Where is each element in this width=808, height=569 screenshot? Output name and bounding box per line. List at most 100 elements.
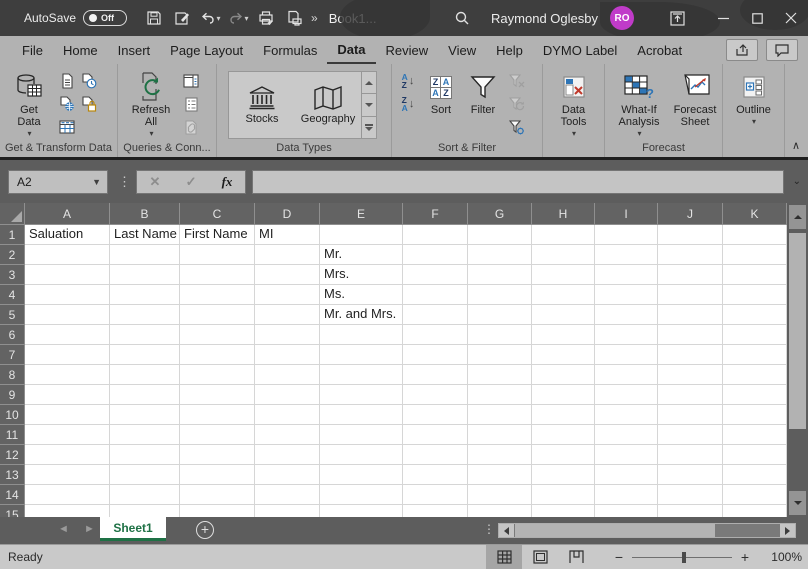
sheetbar-handle-icon[interactable]: ⋮ — [483, 522, 495, 536]
row-header-14[interactable]: 14 — [0, 485, 25, 505]
tab-view[interactable]: View — [438, 36, 486, 64]
cell-F11[interactable] — [403, 425, 468, 445]
cell-F3[interactable] — [403, 265, 468, 285]
tab-acrobat[interactable]: Acrobat — [627, 36, 692, 64]
cell-H2[interactable] — [532, 245, 595, 265]
share-button[interactable] — [726, 39, 758, 61]
cell-F7[interactable] — [403, 345, 468, 365]
cell-B7[interactable] — [110, 345, 180, 365]
cell-I10[interactable] — [595, 405, 658, 425]
cell-H10[interactable] — [532, 405, 595, 425]
cell-F8[interactable] — [403, 365, 468, 385]
zoom-in-icon[interactable]: + — [736, 549, 754, 565]
cell-I6[interactable] — [595, 325, 658, 345]
cell-J9[interactable] — [658, 385, 723, 405]
name-box[interactable]: A2 ▼ — [8, 169, 108, 194]
sort-button[interactable]: ZAAZ Sort — [424, 68, 458, 116]
group-label-sort-filter[interactable]: Sort & Filter — [392, 142, 542, 157]
cell-D1[interactable]: MI — [255, 225, 320, 245]
cell-I3[interactable] — [595, 265, 658, 285]
group-label-forecast[interactable]: Forecast — [605, 142, 722, 157]
group-label-get-transform[interactable]: Get & Transform Data — [0, 142, 117, 157]
cell-A10[interactable] — [25, 405, 110, 425]
sheet-tab-sheet1[interactable]: Sheet1 — [100, 517, 166, 541]
cell-A5[interactable] — [25, 305, 110, 325]
qat-overflow-icon[interactable]: » — [311, 11, 318, 25]
cell-H6[interactable] — [532, 325, 595, 345]
row-header-10[interactable]: 10 — [0, 405, 25, 425]
group-label-queries[interactable]: Queries & Conn... — [118, 142, 216, 157]
cell-I9[interactable] — [595, 385, 658, 405]
horizontal-scrollbar[interactable] — [498, 523, 796, 538]
cell-A13[interactable] — [25, 465, 110, 485]
existing-connections-icon[interactable] — [80, 95, 98, 113]
get-data-button[interactable]: Get Data ▾ — [8, 68, 50, 140]
user-name[interactable]: Raymond Oglesby — [491, 11, 598, 26]
cell-E1[interactable] — [320, 225, 403, 245]
row-header-4[interactable]: 4 — [0, 285, 25, 305]
cell-F9[interactable] — [403, 385, 468, 405]
cell-J10[interactable] — [658, 405, 723, 425]
cell-A6[interactable] — [25, 325, 110, 345]
cell-G4[interactable] — [468, 285, 532, 305]
cell-H9[interactable] — [532, 385, 595, 405]
column-header-G[interactable]: G — [468, 203, 532, 225]
normal-view-button[interactable] — [486, 545, 522, 569]
cell-F13[interactable] — [403, 465, 468, 485]
cell-B2[interactable] — [110, 245, 180, 265]
zoom-slider-thumb[interactable] — [682, 551, 686, 563]
cell-K14[interactable] — [723, 485, 787, 505]
cell-K1[interactable] — [723, 225, 787, 245]
cell-G7[interactable] — [468, 345, 532, 365]
cell-G15[interactable] — [468, 505, 532, 517]
tab-help[interactable]: Help — [486, 36, 533, 64]
cell-K9[interactable] — [723, 385, 787, 405]
cell-K6[interactable] — [723, 325, 787, 345]
page-break-preview-button[interactable] — [558, 545, 594, 569]
cell-E6[interactable] — [320, 325, 403, 345]
cell-A12[interactable] — [25, 445, 110, 465]
cell-F4[interactable] — [403, 285, 468, 305]
cell-K2[interactable] — [723, 245, 787, 265]
cell-C9[interactable] — [180, 385, 255, 405]
scroll-up-icon[interactable] — [789, 205, 806, 229]
refresh-all-button[interactable]: Refresh All ▾ — [128, 68, 174, 140]
column-header-E[interactable]: E — [320, 203, 403, 225]
cell-I14[interactable] — [595, 485, 658, 505]
cell-J5[interactable] — [658, 305, 723, 325]
cell-H13[interactable] — [532, 465, 595, 485]
undo-icon[interactable]: ▾ — [197, 5, 223, 31]
cell-C8[interactable] — [180, 365, 255, 385]
new-sheet-icon[interactable]: + — [196, 521, 214, 539]
cell-H5[interactable] — [532, 305, 595, 325]
cell-K8[interactable] — [723, 365, 787, 385]
cell-B8[interactable] — [110, 365, 180, 385]
cell-B11[interactable] — [110, 425, 180, 445]
cell-C11[interactable] — [180, 425, 255, 445]
column-header-B[interactable]: B — [110, 203, 180, 225]
column-header-F[interactable]: F — [403, 203, 468, 225]
column-header-D[interactable]: D — [255, 203, 320, 225]
sort-descending-icon[interactable]: Z A ↓ — [399, 95, 417, 113]
cell-E15[interactable] — [320, 505, 403, 517]
cell-B10[interactable] — [110, 405, 180, 425]
cell-J7[interactable] — [658, 345, 723, 365]
cell-J4[interactable] — [658, 285, 723, 305]
zoom-out-icon[interactable]: − — [610, 549, 628, 565]
cell-C2[interactable] — [180, 245, 255, 265]
cell-E8[interactable] — [320, 365, 403, 385]
cell-I13[interactable] — [595, 465, 658, 485]
tab-insert[interactable]: Insert — [108, 36, 161, 64]
tab-review[interactable]: Review — [376, 36, 439, 64]
cell-F6[interactable] — [403, 325, 468, 345]
cell-I8[interactable] — [595, 365, 658, 385]
row-header-11[interactable]: 11 — [0, 425, 25, 445]
forecast-sheet-button[interactable]: Forecast Sheet — [671, 68, 719, 128]
cell-B5[interactable] — [110, 305, 180, 325]
cell-D5[interactable] — [255, 305, 320, 325]
cell-K12[interactable] — [723, 445, 787, 465]
vertical-scroll-thumb[interactable] — [789, 233, 806, 429]
cell-A7[interactable] — [25, 345, 110, 365]
cell-K5[interactable] — [723, 305, 787, 325]
tab-home[interactable]: Home — [53, 36, 108, 64]
